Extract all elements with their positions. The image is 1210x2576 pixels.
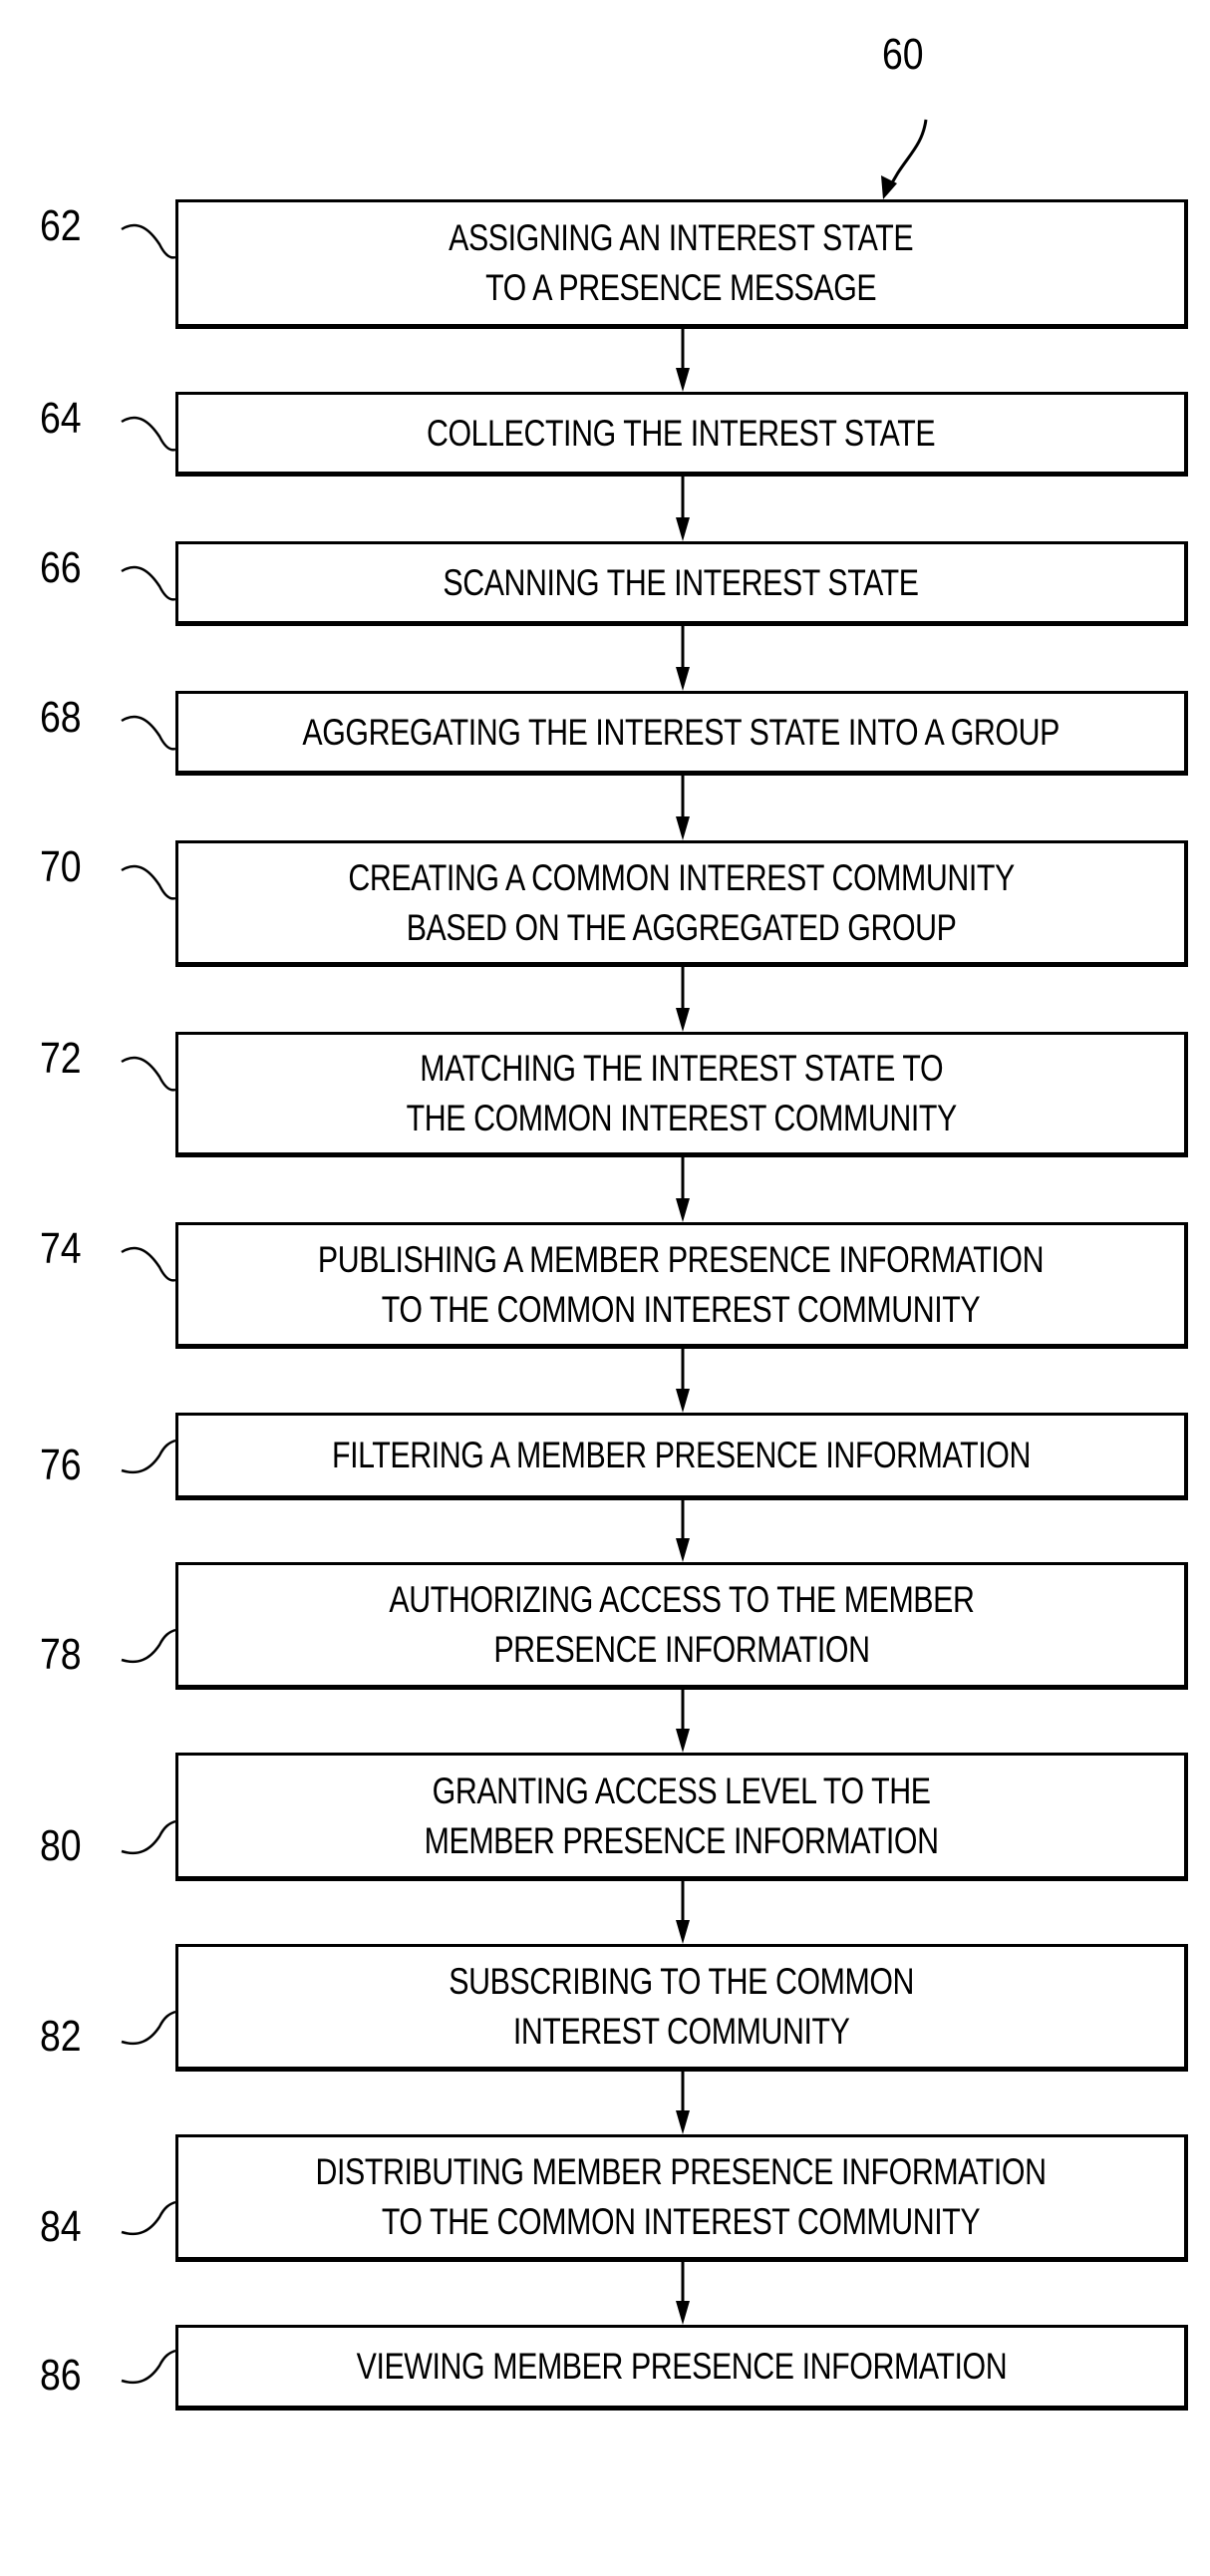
- ref-leader-line: [121, 1056, 176, 1092]
- step-text: DISTRIBUTING MEMBER PRESENCE INFORMATION…: [315, 2151, 1048, 2242]
- ref-leader-line: [121, 864, 176, 900]
- step-text: FILTERING A MEMBER PRESENCE INFORMATION: [331, 1435, 1032, 1475]
- ref-leader-line: [121, 1819, 176, 1855]
- ref-leader-line: [121, 1439, 176, 1474]
- step-box-80: GRANTING ACCESS LEVEL TO THE MEMBER PRES…: [175, 1753, 1188, 1881]
- flow-arrowhead: [676, 667, 690, 691]
- step-text: AUTHORIZING ACCESS TO THE MEMBER PRESENC…: [388, 1579, 975, 1670]
- flow-arrowhead: [676, 1920, 690, 1944]
- ref-leader-line: [121, 1246, 176, 1282]
- step-box-72: MATCHING THE INTEREST STATE TO THE COMMO…: [175, 1032, 1188, 1157]
- step-box-84: DISTRIBUTING MEMBER PRESENCE INFORMATION…: [175, 2134, 1188, 2262]
- step-text: PUBLISHING A MEMBER PRESENCE INFORMATION…: [318, 1238, 1045, 1330]
- ref-leader-line: [121, 565, 176, 601]
- step-ref-label: 66: [40, 543, 82, 592]
- step-text: MATCHING THE INTEREST STATE TO THE COMMO…: [406, 1048, 957, 1138]
- ref-leader-line: [121, 2349, 176, 2385]
- step-box-74: PUBLISHING A MEMBER PRESENCE INFORMATION…: [175, 1222, 1188, 1349]
- step-text: ASSIGNING AN INTEREST STATE TO A PRESENC…: [449, 217, 914, 308]
- step-ref-label: 76: [40, 1441, 82, 1489]
- flow-arrowhead: [676, 2301, 690, 2325]
- step-box-66: SCANNING THE INTEREST STATE: [175, 541, 1188, 626]
- ref-leader-line: [121, 223, 176, 259]
- step-text: GRANTING ACCESS LEVEL TO THE MEMBER PRES…: [424, 1770, 939, 1861]
- step-text: VIEWING MEMBER PRESENCE INFORMATION: [356, 2346, 1007, 2387]
- flow-arrowhead: [676, 368, 690, 392]
- ref-leader-line: [121, 715, 176, 751]
- step-ref-label: 86: [40, 2351, 82, 2400]
- step-text: AGGREGATING THE INTEREST STATE INTO A GR…: [302, 711, 1060, 753]
- step-box-78: AUTHORIZING ACCESS TO THE MEMBER PRESENC…: [175, 1562, 1188, 1690]
- step-ref-label: 72: [40, 1034, 82, 1083]
- step-text: COLLECTING THE INTEREST STATE: [427, 412, 936, 454]
- step-ref-label: 82: [40, 2012, 82, 2061]
- step-text: SCANNING THE INTEREST STATE: [443, 561, 920, 603]
- step-ref-label: 78: [40, 1630, 82, 1679]
- flow-arrowhead: [676, 2110, 690, 2134]
- flow-arrowhead: [676, 1729, 690, 1753]
- step-ref-label: 68: [40, 693, 82, 742]
- flow-arrowhead: [676, 1538, 690, 1562]
- flow-arrowhead: [676, 1198, 690, 1222]
- ref-leader-line: [121, 2010, 176, 2046]
- flow-arrowhead: [676, 816, 690, 840]
- flow-arrowhead: [676, 517, 690, 541]
- step-ref-label: 70: [40, 842, 82, 891]
- ref-leader-line: [121, 1628, 176, 1664]
- step-ref-label: 80: [40, 1821, 82, 1870]
- step-box-64: COLLECTING THE INTEREST STATE: [175, 392, 1188, 477]
- step-ref-label: 74: [40, 1224, 82, 1273]
- ref-leader-line: [121, 2200, 176, 2236]
- flow-arrowhead: [676, 1389, 690, 1413]
- ref-leader-line: [121, 416, 176, 452]
- step-ref-label: 84: [40, 2202, 82, 2251]
- step-box-70: CREATING A COMMON INTEREST COMMUNITY BAS…: [175, 840, 1188, 967]
- step-box-76: FILTERING A MEMBER PRESENCE INFORMATION: [175, 1413, 1188, 1500]
- step-box-62: ASSIGNING AN INTEREST STATE TO A PRESENC…: [175, 199, 1188, 329]
- figure-pointer-arrow: [887, 119, 928, 190]
- step-text: CREATING A COMMON INTEREST COMMUNITY BAS…: [348, 856, 1015, 948]
- flow-arrowhead: [676, 1008, 690, 1032]
- step-box-68: AGGREGATING THE INTEREST STATE INTO A GR…: [175, 691, 1188, 776]
- step-text: SUBSCRIBING TO THE COMMON INTEREST COMMU…: [449, 1961, 914, 2052]
- step-box-82: SUBSCRIBING TO THE COMMON INTEREST COMMU…: [175, 1944, 1188, 2072]
- step-box-86: VIEWING MEMBER PRESENCE INFORMATION: [175, 2325, 1188, 2411]
- step-ref-label: 64: [40, 394, 82, 443]
- step-ref-label: 62: [40, 201, 82, 250]
